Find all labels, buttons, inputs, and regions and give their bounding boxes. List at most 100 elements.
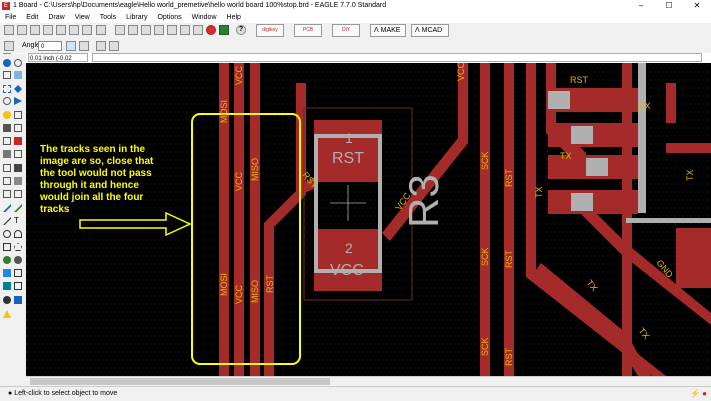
polygon-icon[interactable] xyxy=(14,243,22,251)
split-icon[interactable] xyxy=(14,177,22,185)
route-icon[interactable] xyxy=(3,204,11,212)
trace-sck[interactable] xyxy=(480,63,490,376)
circle-icon[interactable] xyxy=(3,230,11,238)
board-icon[interactable] xyxy=(56,25,66,35)
schematic-icon[interactable] xyxy=(96,25,106,35)
menu-library[interactable]: Library xyxy=(121,12,152,23)
mark-icon[interactable] xyxy=(14,71,22,79)
miter-icon[interactable] xyxy=(3,177,11,185)
menu-edit[interactable]: Edit xyxy=(21,12,43,23)
value-icon[interactable] xyxy=(3,164,11,172)
text-icon[interactable]: T xyxy=(14,217,22,225)
menu-tools[interactable]: Tools xyxy=(95,12,121,23)
make-button[interactable]: Ʌ MAKE xyxy=(370,24,406,37)
name-icon[interactable] xyxy=(14,150,22,158)
delete-icon[interactable] xyxy=(3,124,11,132)
wire-icon[interactable] xyxy=(3,217,11,225)
cam-icon[interactable] xyxy=(43,25,53,35)
save-icon[interactable] xyxy=(17,25,27,35)
meander-icon[interactable] xyxy=(14,190,22,198)
redo-icon[interactable] xyxy=(193,25,203,35)
status-stop-icon[interactable]: ● xyxy=(702,389,707,398)
copy-icon[interactable] xyxy=(3,111,11,119)
pinswap-icon[interactable] xyxy=(3,137,11,145)
smash-icon[interactable] xyxy=(14,164,22,172)
menu-file[interactable]: File xyxy=(0,12,21,23)
zoom-fit-icon[interactable] xyxy=(115,25,125,35)
r3-pad-2[interactable] xyxy=(314,229,382,291)
board-canvas[interactable]: MOSI VCC VCC MISO MOSI VCC MISO RST RST … xyxy=(26,63,711,376)
stop-icon[interactable] xyxy=(206,25,216,35)
status-bar: ● Left-click to select object to move ⚡ … xyxy=(0,386,711,401)
rotate-tool-icon[interactable] xyxy=(3,97,11,105)
zoom-select-icon[interactable] xyxy=(167,25,177,35)
trace-right-edge[interactable] xyxy=(666,83,676,123)
menu-view[interactable]: View xyxy=(70,12,95,23)
trace-miso[interactable] xyxy=(250,63,260,376)
attribute-icon[interactable] xyxy=(14,269,22,277)
layer-select-icon[interactable] xyxy=(4,41,14,51)
command-input[interactable] xyxy=(92,53,702,62)
zoom-out-icon[interactable] xyxy=(141,25,151,35)
menu-draw[interactable]: Draw xyxy=(43,12,69,23)
paste-icon[interactable] xyxy=(14,111,22,119)
ripup-icon[interactable] xyxy=(14,204,22,212)
eye-icon[interactable] xyxy=(14,59,22,67)
diy-button[interactable]: DiY xyxy=(332,24,360,37)
autorouter-icon[interactable] xyxy=(3,296,11,304)
rotate-icon[interactable] xyxy=(79,41,89,51)
menu-help[interactable]: Help xyxy=(222,12,246,23)
ratsnest-icon[interactable] xyxy=(14,282,22,290)
dimension-icon[interactable] xyxy=(3,282,11,290)
optimize-icon[interactable] xyxy=(3,190,11,198)
move-icon[interactable] xyxy=(14,85,22,93)
options-bar: Angle: 0 xyxy=(0,39,711,53)
minimize-button[interactable]: – xyxy=(627,0,655,12)
display-icon[interactable] xyxy=(3,71,11,79)
horizontal-scrollbar[interactable] xyxy=(26,376,711,386)
ulp-icon[interactable] xyxy=(82,25,92,35)
close-button[interactable]: ✕ xyxy=(683,0,711,12)
hole-icon[interactable] xyxy=(3,269,11,277)
digikey-button[interactable]: digikey xyxy=(256,24,284,37)
trace-right-rx[interactable] xyxy=(666,143,711,153)
menu-options[interactable]: Options xyxy=(152,12,186,23)
annotation-line-4: through it and hence xyxy=(40,180,139,191)
print-icon[interactable] xyxy=(30,25,40,35)
mirror-icon[interactable] xyxy=(66,41,76,51)
replace-icon[interactable] xyxy=(14,137,22,145)
signal-icon[interactable] xyxy=(14,256,22,264)
open-icon[interactable] xyxy=(4,25,14,35)
script-icon[interactable] xyxy=(69,25,79,35)
label-rst-header: RST xyxy=(570,75,589,85)
add-icon[interactable] xyxy=(14,124,22,132)
menu-window[interactable]: Window xyxy=(187,12,222,23)
label-pad-1: 1 xyxy=(345,130,353,146)
rect-icon[interactable] xyxy=(3,243,11,251)
maximize-button[interactable]: ☐ xyxy=(655,0,683,12)
mcad-button[interactable]: Ʌ MCAD xyxy=(411,24,449,37)
arc-icon[interactable] xyxy=(14,230,22,238)
window-title: 1 Board - C:\Users\hp\Documents\eagle\He… xyxy=(13,2,387,9)
zoom-redraw-icon[interactable] xyxy=(154,25,164,35)
trace-vcc[interactable] xyxy=(234,63,244,376)
trace-rst-2[interactable] xyxy=(504,63,514,376)
undo-icon[interactable] xyxy=(180,25,190,35)
ic-pad[interactable] xyxy=(676,228,711,288)
label-pad-2: 2 xyxy=(345,240,353,256)
mirror-tool-icon[interactable] xyxy=(14,97,22,105)
drc-icon[interactable] xyxy=(14,296,22,304)
grid-small-icon[interactable] xyxy=(96,41,106,51)
info-icon[interactable] xyxy=(3,59,11,67)
via-icon[interactable] xyxy=(3,256,11,264)
angle-select[interactable]: 0 xyxy=(38,41,62,51)
zoom-in-icon[interactable] xyxy=(128,25,138,35)
errors-icon[interactable] xyxy=(3,310,11,318)
pcb-button[interactable]: PCB xyxy=(294,24,322,37)
help-icon[interactable]: ? xyxy=(236,25,246,35)
group-icon[interactable] xyxy=(3,85,11,93)
scrollbar-thumb[interactable] xyxy=(30,378,330,385)
go-icon[interactable] xyxy=(219,25,229,35)
lock-icon[interactable] xyxy=(3,150,11,158)
grid-large-icon[interactable] xyxy=(109,41,119,51)
